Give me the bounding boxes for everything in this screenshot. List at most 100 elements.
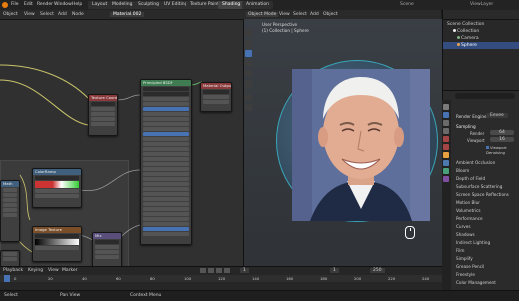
- node-editor-canvas[interactable]: Texture Coordinate Principled BSDF Mater…: [0, 20, 243, 268]
- section-subsurface-scattering[interactable]: Subsurface Scattering: [456, 184, 502, 189]
- viewport-header-add[interactable]: Add: [310, 12, 319, 17]
- node-title: Image Texture: [33, 227, 81, 233]
- outliner-camera[interactable]: Camera: [457, 36, 479, 41]
- node-header-add[interactable]: Add: [58, 12, 67, 17]
- section-color-management[interactable]: Color Management: [456, 280, 496, 285]
- node-title: Math: [1, 181, 19, 187]
- 3d-viewport[interactable]: User Perspective (1) Collection | Sphere: [243, 19, 442, 266]
- playhead[interactable]: [4, 275, 10, 282]
- material-tab-icon[interactable]: [443, 176, 449, 182]
- section-depth-of-field[interactable]: Depth of Field: [456, 176, 485, 181]
- current-frame-field[interactable]: 1: [240, 268, 249, 273]
- play-icon[interactable]: [216, 268, 222, 273]
- section-simplify[interactable]: Simplify: [456, 256, 473, 261]
- section-indirect-lighting[interactable]: Indirect Lighting: [456, 240, 490, 245]
- portrait-photo[interactable]: [292, 69, 430, 221]
- section-volumetrics[interactable]: Volumetrics: [456, 208, 481, 213]
- viewport-header-select[interactable]: Select: [293, 12, 307, 17]
- menu-render[interactable]: Render: [37, 2, 53, 7]
- outliner-sphere[interactable]: Sphere: [457, 43, 477, 48]
- section-film[interactable]: Film: [456, 248, 465, 253]
- menu-file[interactable]: File: [11, 2, 19, 7]
- node-editor-header: Object View Select Add Node Material.002: [0, 10, 243, 20]
- viewport-samples-field[interactable]: 16: [490, 137, 514, 142]
- timeline-view-menu[interactable]: View: [48, 268, 59, 273]
- timeline-keying-menu[interactable]: Keying: [28, 268, 43, 273]
- viewport-denoising-checkbox[interactable]: Viewport Denoising: [486, 145, 519, 155]
- world-tab-icon[interactable]: [443, 144, 449, 150]
- render-tab-icon[interactable]: [443, 112, 449, 118]
- node-mix[interactable]: Mix: [92, 232, 122, 268]
- tab-sculpting[interactable]: Sculpting: [134, 1, 164, 9]
- tool-tab-icon[interactable]: [443, 104, 449, 110]
- properties-search[interactable]: [455, 93, 515, 99]
- start-frame-field[interactable]: 1: [330, 268, 339, 273]
- tick-60: 60: [116, 276, 121, 281]
- section-freestyle[interactable]: Freestyle: [456, 272, 475, 277]
- node-material-output[interactable]: Material Output: [200, 82, 232, 112]
- select-box-tool-icon[interactable]: [245, 30, 252, 37]
- section-performance[interactable]: Performance: [456, 216, 483, 221]
- section-ambient-occlusion[interactable]: Ambient Occlusion: [456, 160, 495, 165]
- move-tool-icon[interactable]: [245, 50, 252, 57]
- tab-animation[interactable]: Animation: [242, 1, 273, 9]
- end-frame-field[interactable]: 250: [370, 268, 385, 273]
- section-grease-pencil[interactable]: Grease Pencil: [456, 264, 484, 269]
- node-header-view[interactable]: View: [24, 12, 35, 17]
- tab-modeling[interactable]: Modeling: [108, 1, 137, 9]
- annotate-tool-icon[interactable]: [245, 94, 252, 101]
- play-reverse-icon[interactable]: [208, 268, 214, 273]
- node-header-object[interactable]: Object: [3, 12, 18, 17]
- node-image-texture[interactable]: Image Texture: [32, 226, 82, 262]
- node-title: ColorRamp: [33, 169, 81, 175]
- scale-tool-icon[interactable]: [245, 70, 252, 77]
- blender-logo-icon[interactable]: [2, 2, 8, 8]
- menu-edit[interactable]: Edit: [24, 2, 33, 7]
- scene-selector[interactable]: Scene: [400, 2, 414, 7]
- node-colorramp[interactable]: ColorRamp: [32, 168, 82, 208]
- tab-shading[interactable]: Shading: [218, 1, 245, 9]
- section-sampling[interactable]: Sampling: [456, 124, 476, 129]
- section-bloom[interactable]: Bloom: [456, 168, 469, 173]
- view-layer-selector[interactable]: ViewLayer: [470, 2, 493, 7]
- timeline-panel[interactable]: Playback Keying View Marker 1 1 250 0 20…: [0, 266, 442, 291]
- timeline-marker-menu[interactable]: Marker: [62, 268, 78, 273]
- scene-tab-icon[interactable]: [443, 136, 449, 142]
- jump-end-icon[interactable]: [224, 268, 230, 273]
- node-header-node[interactable]: Node: [72, 12, 84, 17]
- node-math[interactable]: Math: [0, 180, 20, 242]
- mouse-icon: [405, 226, 415, 239]
- section-screen-space-reflections[interactable]: Screen Space Reflections: [456, 192, 509, 197]
- viewport-header-object[interactable]: Object: [323, 12, 338, 17]
- node-header-select[interactable]: Select: [40, 12, 54, 17]
- rotate-tool-icon[interactable]: [245, 60, 252, 67]
- tick-80: 80: [150, 276, 155, 281]
- output-tab-icon[interactable]: [443, 120, 449, 126]
- timeline-playback-menu[interactable]: Playback: [3, 268, 23, 273]
- render-samples-field[interactable]: 64: [490, 130, 514, 135]
- mode-selector[interactable]: Object Mode: [246, 12, 279, 17]
- menu-window[interactable]: Window: [54, 2, 72, 7]
- object-tab-icon[interactable]: [443, 152, 449, 158]
- menu-help[interactable]: Help: [72, 2, 82, 7]
- section-curves[interactable]: Curves: [456, 224, 471, 229]
- viewport-header-view[interactable]: View: [279, 12, 290, 17]
- outliner-scene-collection[interactable]: Scene Collection: [447, 22, 484, 27]
- node-texture-coordinate[interactable]: Texture Coordinate: [88, 94, 118, 136]
- material-selector[interactable]: Material.002: [110, 12, 145, 17]
- measure-tool-icon[interactable]: [245, 104, 252, 111]
- jump-start-icon[interactable]: [200, 268, 206, 273]
- outliner-collection[interactable]: Collection: [453, 29, 479, 34]
- section-shadows[interactable]: Shadows: [456, 232, 475, 237]
- physics-tab-icon[interactable]: [443, 168, 449, 174]
- color-ramp-gradient[interactable]: [35, 181, 79, 188]
- render-samples-label: Render: [470, 131, 485, 136]
- view-layer-tab-icon[interactable]: [443, 128, 449, 134]
- section-motion-blur[interactable]: Motion Blur: [456, 200, 480, 205]
- transform-tool-icon[interactable]: [245, 80, 252, 87]
- node-principled-bsdf[interactable]: Principled BSDF: [140, 79, 192, 245]
- cursor-tool-icon[interactable]: [245, 40, 252, 47]
- outliner-selected-row[interactable]: [443, 42, 519, 49]
- render-engine-dropdown[interactable]: Eevee: [486, 113, 508, 118]
- modifier-tab-icon[interactable]: [443, 160, 449, 166]
